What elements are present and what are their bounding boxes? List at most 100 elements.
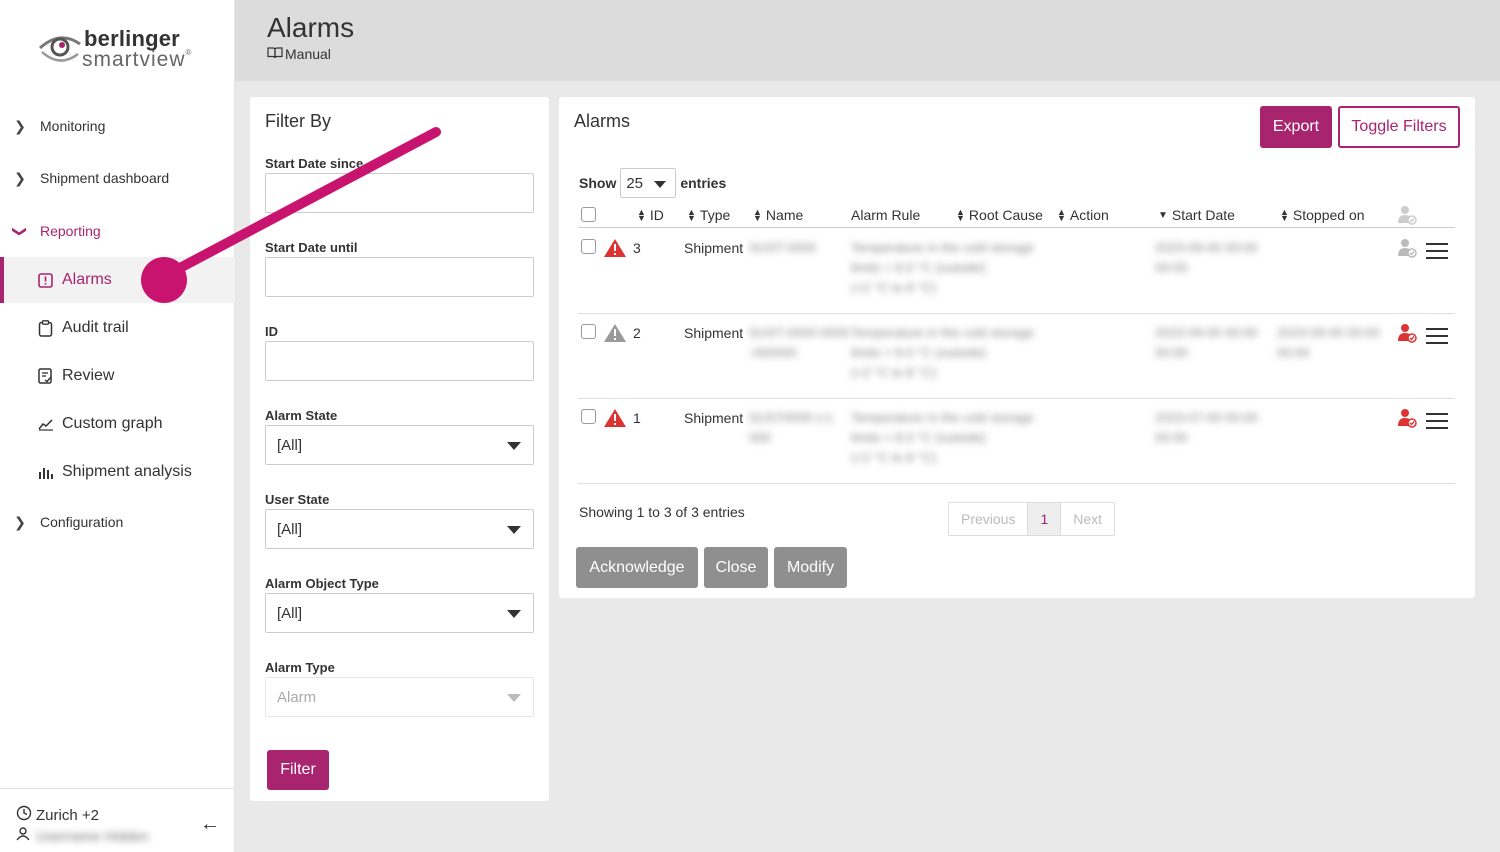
alarms-panel-title: Alarms (574, 111, 631, 131)
row-stopped-time: 00:00 (1277, 345, 1310, 360)
sidebar-item-alarms[interactable]: Alarms (0, 257, 235, 303)
row-start-time: 00:00 (1155, 430, 1188, 445)
row-rule-line3: (+2 °C to 8 °C) (851, 365, 937, 380)
sidebar-item-audit-trail[interactable]: Audit trail (0, 305, 235, 351)
row-name-line2: 000 (749, 430, 771, 445)
timezone-label: Zurich +2 (36, 806, 99, 824)
row-type: Shipment (684, 240, 744, 256)
manual-label: Manual (285, 46, 331, 62)
user-check-icon[interactable] (1397, 238, 1417, 263)
column-header-stopped-on[interactable]: ▲ ▼ Stopped on (1280, 207, 1365, 223)
row-checkbox[interactable] (581, 409, 596, 424)
column-header-id[interactable]: ▲ ▼ ID (637, 207, 664, 223)
sidebar-item-label: Shipment dashboard (40, 170, 170, 186)
sidebar-item-label: Review (62, 367, 115, 384)
close-button[interactable]: Close (704, 547, 768, 588)
row-name: SUST-0000-0000 (749, 325, 850, 340)
alarm-type-label: Alarm Type (265, 660, 335, 675)
menu-icon[interactable] (1426, 413, 1448, 429)
warning-icon (603, 408, 627, 433)
sidebar-footer: Zurich +2 Username Hidden ← (0, 788, 235, 852)
column-header-start-date[interactable]: ▼ Start Date (1158, 207, 1235, 223)
sidebar-item-label: Custom graph (62, 415, 163, 432)
pagination-page-1[interactable]: 1 (1028, 503, 1062, 535)
row-checkbox[interactable] (581, 324, 596, 339)
manual-link[interactable]: Manual (267, 46, 331, 62)
sidebar-item-label: Reporting (40, 223, 101, 239)
id-input[interactable] (265, 341, 534, 381)
product-name: smartview® (82, 48, 192, 72)
timezone: Zurich +2 (16, 805, 99, 825)
sidebar: berlinger smartview® ❯ Monitoring ❯ Ship… (0, 0, 235, 852)
user-check-icon[interactable] (1397, 323, 1417, 348)
sort-icon: ▲ ▼ (753, 207, 762, 223)
eye-logo-icon (38, 36, 81, 62)
user-state-value: [All] (277, 520, 303, 538)
sidebar-item-label: Shipment analysis (62, 463, 192, 480)
row-checkbox[interactable] (581, 239, 596, 254)
sidebar-item-review[interactable]: Review (0, 353, 235, 399)
column-header-type[interactable]: ▲ ▼ Type (687, 207, 730, 223)
alarm-object-type-select[interactable]: [All] (265, 593, 534, 633)
user-info[interactable]: Username Hidden (16, 827, 149, 844)
berlinger-logo[interactable]: berlinger smartview® (38, 24, 208, 74)
column-label: Type (699, 207, 731, 223)
modify-button[interactable]: Modify (774, 547, 847, 588)
sidebar-item-custom-graph[interactable]: Custom graph (0, 401, 235, 447)
sidebar-item-reporting[interactable]: ❯ Reporting (0, 211, 235, 251)
pagination-next[interactable]: Next (1061, 503, 1114, 535)
user-icon (16, 827, 30, 844)
sort-desc-icon: ▼ (1158, 209, 1168, 221)
page-title: Alarms (267, 12, 355, 43)
chevron-right-icon: ❯ (14, 513, 26, 530)
sidebar-item-label: Alarms (62, 271, 112, 288)
sidebar-item-shipment-dashboard[interactable]: ❯ Shipment dashboard (0, 158, 235, 198)
menu-icon[interactable] (1426, 243, 1448, 259)
table-info: Showing 1 to 3 of 3 entries (579, 504, 745, 520)
sidebar-item-shipment-analysis[interactable]: Shipment analysis (0, 449, 235, 495)
sidebar-item-label: Configuration (40, 514, 124, 530)
sidebar-item-monitoring[interactable]: ❯ Monitoring (0, 106, 235, 146)
review-icon (38, 368, 62, 384)
column-header-action[interactable]: ▲ ▼ Action (1057, 207, 1109, 223)
column-header-root-cause[interactable]: ▲ ▼ Root Cause (956, 207, 1043, 223)
user-state-label: User State (265, 492, 330, 507)
column-label: Name (765, 207, 804, 223)
warning-icon (603, 323, 627, 348)
column-label: Stopped on (1292, 207, 1365, 223)
start-date-until-input[interactable] (265, 257, 534, 297)
arrow-left-icon[interactable]: ← (200, 813, 220, 836)
table-header-divider (578, 227, 1455, 228)
column-label: Action (1069, 207, 1109, 223)
user-check-icon[interactable] (1397, 408, 1417, 433)
alarm-icon (38, 272, 62, 288)
column-header-name[interactable]: ▲ ▼ Name (753, 207, 803, 223)
row-type: Shipment (684, 325, 744, 341)
row-start-time: 00:00 (1155, 345, 1188, 360)
export-button[interactable]: Export (1260, 106, 1332, 148)
select-all-checkbox[interactable] (581, 207, 596, 222)
row-rule-line1: Temperature in the cold storage (851, 410, 1034, 425)
alarm-object-type-label: Alarm Object Type (265, 576, 379, 591)
warning-icon (603, 238, 627, 263)
menu-icon[interactable] (1426, 328, 1448, 344)
chevron-down-icon (507, 694, 521, 702)
graph-icon (38, 417, 62, 431)
row-rule-line1: Temperature in the cold storage (851, 325, 1034, 340)
row-rule-line2: limits > 8.0 °C (outside) (851, 345, 986, 360)
entries-label: entries (680, 175, 727, 191)
user-state-select[interactable]: [All] (265, 509, 534, 549)
sidebar-item-configuration[interactable]: ❯ Configuration (0, 502, 235, 542)
row-type: Shipment (684, 410, 744, 426)
acknowledge-button[interactable]: Acknowledge (576, 547, 698, 588)
page-header: Alarms Manual (235, 0, 1500, 81)
filter-button[interactable]: Filter (267, 750, 329, 790)
toggle-filters-button[interactable]: Toggle Filters (1338, 106, 1460, 148)
row-name-line2: -000000 (749, 345, 797, 360)
chevron-right-icon: ❯ (14, 169, 26, 186)
pagination-previous[interactable]: Previous (949, 503, 1029, 535)
page-length-select[interactable]: 25 (620, 168, 677, 198)
row-divider (578, 483, 1455, 484)
start-date-since-input[interactable] (265, 173, 534, 213)
alarm-state-select[interactable]: [All] (265, 425, 534, 465)
